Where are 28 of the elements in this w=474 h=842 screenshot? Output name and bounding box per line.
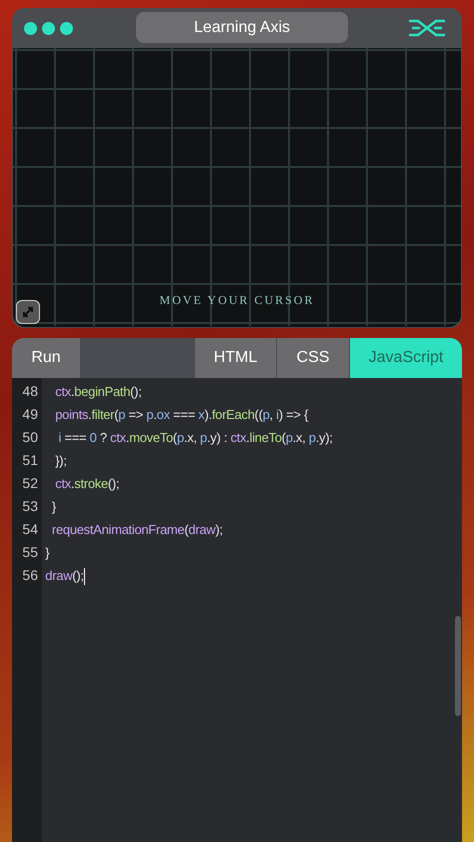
code-line: requestAnimationFrame(draw);	[50, 521, 223, 539]
code-line: i === 0 ? ctx.moveTo(p.x, p.y) : ctx.lineTo(p.x, p.y);	[58, 429, 333, 447]
canvas-caption: MOVE YOUR CURSOR	[158, 292, 316, 309]
editor-tab[interactable]: HTML	[194, 338, 276, 378]
window-title: Learning Axis	[136, 12, 348, 43]
line-number: 50	[21, 428, 39, 447]
code-line: draw();	[42, 564, 85, 587]
fullscreen-button[interactable]	[16, 300, 40, 324]
code-line: });	[54, 452, 67, 470]
line-number: 53	[21, 497, 39, 516]
code-line: points.filter(p => p.ox === x).forEach((p, i) => {	[54, 406, 308, 424]
scrollbar-thumb[interactable]	[455, 616, 461, 716]
code-line: }	[50, 498, 56, 516]
line-number: 49	[21, 405, 39, 424]
line-number: 56	[21, 566, 39, 585]
code-line: ctx.stroke();	[54, 475, 120, 493]
editor-tab[interactable]: JavaScript	[349, 338, 462, 378]
line-number: 54	[21, 520, 39, 539]
run-button[interactable]: Run	[12, 338, 80, 378]
code-line: }	[44, 544, 50, 562]
line-number: 52	[21, 474, 39, 493]
logo-icon	[408, 19, 446, 37]
line-number: 48	[21, 382, 39, 401]
expand-icon	[21, 305, 35, 319]
line-number: 55	[21, 543, 39, 562]
editor-tab[interactable]: CSS	[276, 338, 349, 378]
line-number: 51	[21, 451, 39, 470]
code-line: ctx.beginPath();	[54, 383, 142, 401]
